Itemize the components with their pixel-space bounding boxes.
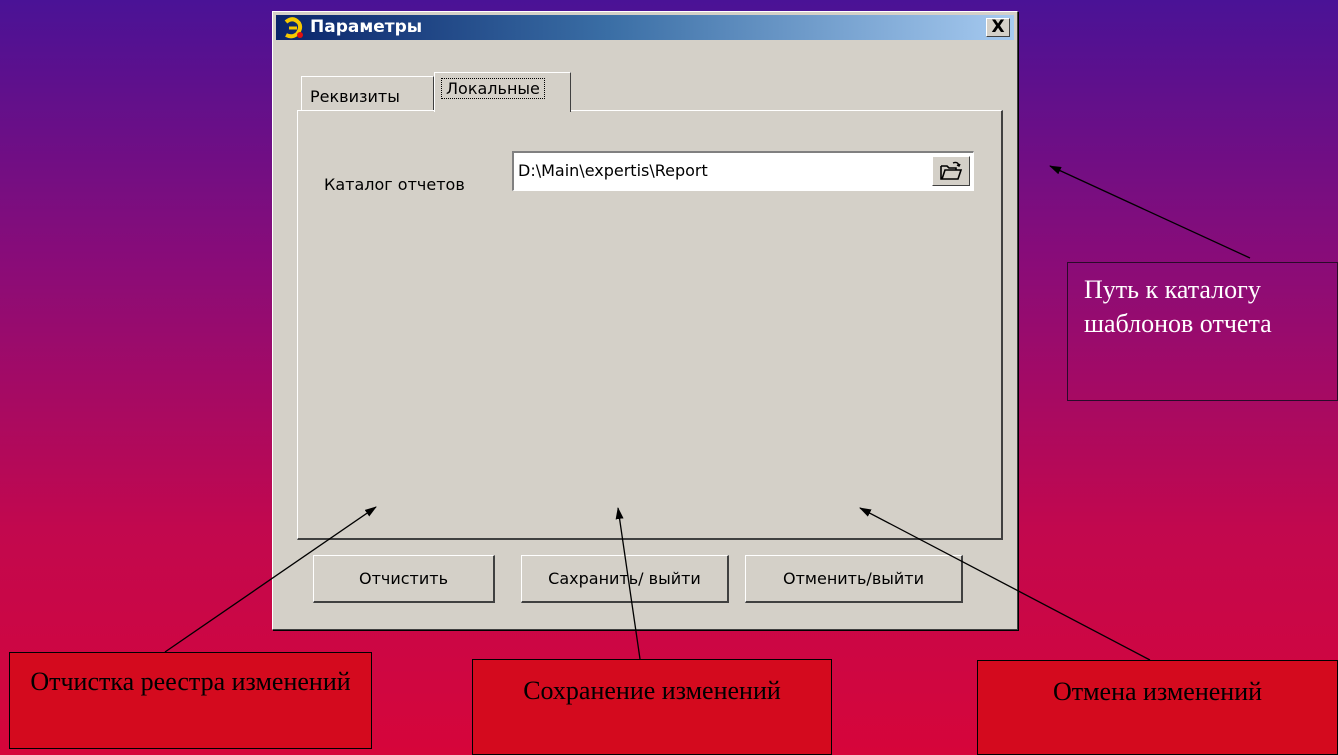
- window-title: Параметры: [310, 17, 423, 37]
- tab-local[interactable]: Локальные: [434, 72, 571, 112]
- close-button[interactable]: X: [986, 18, 1010, 37]
- tab-label: Локальные: [441, 78, 545, 99]
- browse-button[interactable]: [932, 156, 970, 186]
- open-folder-icon: [940, 161, 963, 180]
- app-logo-icon: [284, 17, 303, 39]
- save-exit-button[interactable]: Сахранить/ выйти: [521, 555, 729, 603]
- close-icon: X: [991, 17, 1005, 37]
- callout-clear: Отчистка реестра изменений: [9, 652, 372, 749]
- catalog-path-input[interactable]: D:\Main\expertis\Report: [512, 151, 974, 191]
- catalog-label: Каталог отчетов: [324, 175, 465, 194]
- catalog-path-value: D:\Main\expertis\Report: [518, 161, 708, 180]
- clear-button[interactable]: Отчистить: [313, 555, 495, 603]
- title-bar[interactable]: Параметры X: [276, 15, 1014, 40]
- callout-save: Сохранение изменений: [472, 659, 832, 755]
- tab-label: Реквизиты: [310, 87, 400, 106]
- callout-cancel: Отмена изменений: [977, 660, 1338, 755]
- arrow-path: [1049, 165, 1251, 259]
- callout-path: Путь к каталогу шаблонов отчета: [1067, 262, 1338, 401]
- cancel-exit-button[interactable]: Отменить/выйти: [745, 555, 963, 603]
- tab-panel-local: Каталог отчетов D:\Main\expertis\Report: [297, 110, 1003, 540]
- parameters-dialog: Параметры X Реквизиты Локальные Каталог …: [272, 11, 1018, 630]
- tab-requisites[interactable]: Реквизиты: [301, 76, 434, 110]
